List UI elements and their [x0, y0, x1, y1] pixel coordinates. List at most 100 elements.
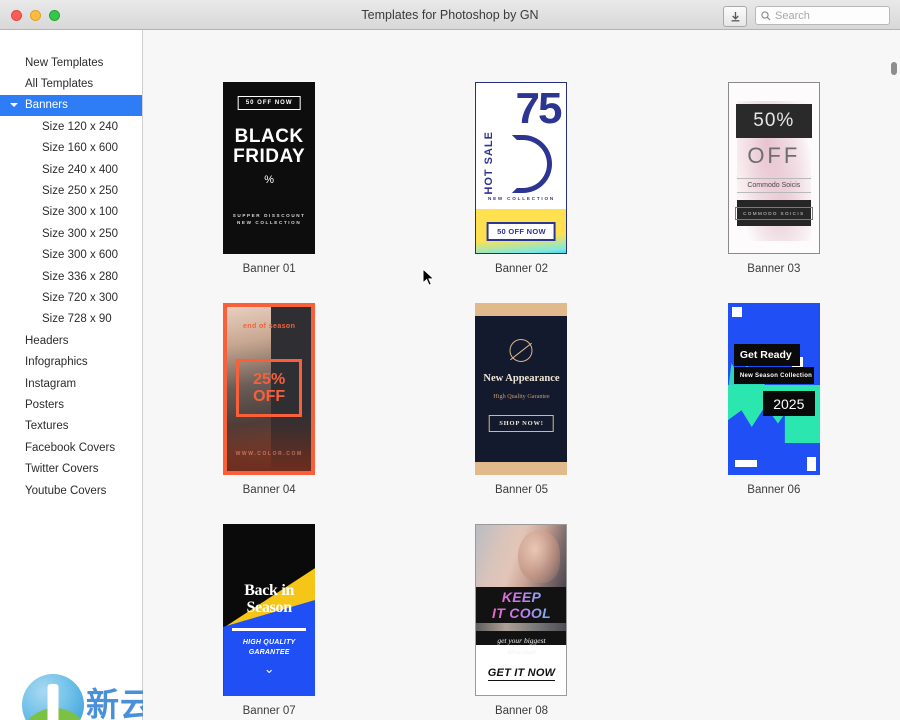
sidebar-item-twitter-covers[interactable]: Twitter Covers	[0, 458, 142, 479]
gallery-item[interactable]: 50% OFF Commodo Soicis COMMODO SOICIS Ba…	[648, 82, 900, 275]
search-icon	[761, 10, 771, 21]
sidebar-item-label: Size 336 x 280	[42, 270, 119, 283]
banner08-photo-strip	[476, 623, 567, 631]
banner-thumbnail-04[interactable]: end of season 25% OFF WWW.COLOR.COM	[223, 303, 316, 475]
banner-thumbnail-02[interactable]: 75 HOT SALE NEW COLLECTION 50 OFF NOW	[475, 82, 568, 254]
search-input[interactable]: Search	[755, 6, 890, 25]
banner-thumbnail-08[interactable]: KEEP IT COOL get your biggest disscount …	[475, 524, 568, 696]
gallery-item-label: Banner 07	[242, 705, 296, 717]
banner-thumbnail-01[interactable]: 50 OFF NOW BLACK FRIDAY % SUPPER DISSCOU…	[223, 82, 316, 254]
banner07-title-line1: Back in	[244, 582, 295, 599]
sidebar-item-size-250-x-250[interactable]: Size 250 x 250	[0, 180, 142, 201]
sidebar-item-banners[interactable]: Banners	[0, 94, 142, 117]
gallery-item-label: Banner 04	[242, 484, 296, 496]
download-button[interactable]	[723, 6, 747, 27]
sidebar-item-all-templates[interactable]: All Templates	[0, 73, 142, 94]
sidebar-item-size-300-x-250[interactable]: Size 300 x 250	[0, 223, 142, 244]
gallery-item[interactable]: Back in Season HIGH QUALITY GARANTEE ⌄ B…	[143, 524, 395, 717]
sidebar-item-size-120-x-240[interactable]: Size 120 x 240	[0, 116, 142, 137]
gallery-item[interactable]: New Appearance High Quality Garantee SHO…	[395, 303, 647, 496]
banner08-photo	[476, 525, 567, 589]
banner04-discount-box: 25% OFF	[236, 359, 303, 417]
gallery-item[interactable]: end of season 25% OFF WWW.COLOR.COM Bann…	[143, 303, 395, 496]
banner02-vertical-text: HOT SALE	[483, 131, 496, 195]
banner02-arc-shape	[512, 135, 553, 193]
sidebar-item-label: Size 160 x 600	[42, 142, 119, 155]
gallery-item[interactable]: KEEP IT COOL get your biggest disscount …	[395, 524, 647, 717]
banner05-circle-slash-icon	[509, 339, 533, 362]
banner07-title: Back in Season	[223, 582, 315, 616]
sidebar-item-infographics[interactable]: Infographics	[0, 351, 142, 372]
sidebar-item-youtube-covers[interactable]: Youtube Covers	[0, 480, 142, 501]
banner01-foot-line1: SUPPER DISSCOUNT	[232, 213, 306, 218]
app-window: Templates for Photoshop by GN Search New…	[0, 0, 900, 720]
banner05-top-bar	[475, 303, 568, 316]
sidebar-item-new-templates[interactable]: New Templates	[0, 52, 142, 73]
sidebar-item-size-720-x-300[interactable]: Size 720 x 300	[0, 287, 142, 308]
sidebar-item-instagram[interactable]: Instagram	[0, 373, 142, 394]
disclosure-triangle-icon[interactable]	[10, 103, 18, 108]
gallery-item-label: Banner 02	[494, 263, 549, 275]
sidebar: New Templates All Templates Banners Size 12…	[0, 30, 243, 720]
banner04-url: WWW.COLOR.COM	[235, 451, 303, 457]
banner03-percent-band: 50%	[735, 104, 812, 138]
scrollbar-thumb[interactable]	[891, 62, 897, 75]
banner06-square-4	[806, 457, 816, 471]
banner08-sub-line2: disscount	[507, 647, 536, 656]
sidebar-item-label: New Templates	[25, 56, 104, 69]
vertical-scrollbar[interactable]	[890, 62, 898, 720]
banner08-cta-label: GET IT NOW	[487, 667, 556, 681]
banner-thumbnail-03[interactable]: 50% OFF Commodo Soicis COMMODO SOICIS	[727, 82, 820, 254]
gallery-item-label: Banner 03	[747, 263, 801, 275]
banner-thumbnail-05[interactable]: New Appearance High Quality Garantee SHO…	[475, 303, 568, 475]
sidebar-item-label: Posters	[25, 398, 64, 411]
sidebar-item-facebook-covers[interactable]: Facebook Covers	[0, 437, 142, 458]
banner07-sub-line2: GARANTEE	[248, 649, 290, 656]
banner04-discount-line2: OFF	[253, 388, 286, 405]
banner08-headline-line1: KEEP	[501, 589, 542, 605]
watermark-logo-icon: ✦	[22, 674, 84, 720]
sidebar-item-size-336-x-280[interactable]: Size 336 x 280	[0, 266, 142, 287]
sidebar-item-label: Textures	[25, 420, 69, 433]
sidebar-item-label: Instagram	[25, 377, 77, 390]
gallery-content: 50 OFF NOW BLACK FRIDAY % SUPPER DISSCOU…	[143, 30, 900, 720]
gallery-item[interactable]: 75 HOT SALE NEW COLLECTION 50 OFF NOW Ba…	[395, 82, 647, 275]
sidebar-item-size-300-x-100[interactable]: Size 300 x 100	[0, 202, 142, 223]
banner04-tag: end of season	[243, 323, 296, 330]
banner03-off: OFF	[747, 143, 801, 168]
gallery-item-label: Banner 08	[494, 705, 549, 717]
banner03-button: COMMODO SOICIS	[735, 200, 813, 226]
title-bar: Templates for Photoshop by GN Search	[0, 0, 900, 30]
sidebar-item-label: Headers	[25, 334, 69, 347]
sidebar-item-label: Twitter Covers	[25, 463, 99, 476]
sidebar-item-size-160-x-600[interactable]: Size 160 x 600	[0, 138, 142, 159]
chevron-down-icon: ⌄	[263, 661, 275, 676]
gallery-item[interactable]: 50 OFF NOW BLACK FRIDAY % SUPPER DISSCOU…	[143, 82, 395, 275]
sidebar-item-posters[interactable]: Posters	[0, 394, 142, 415]
gallery-item-label: Banner 05	[494, 484, 549, 496]
gallery-item[interactable]: Get Ready New Season Collection 2025 Ban…	[648, 303, 900, 496]
sidebar-item-label: Size 120 x 240	[42, 120, 119, 133]
banner01-tag: 50 OFF NOW	[237, 96, 301, 110]
sidebar-item-label: Size 250 x 250	[42, 185, 119, 198]
banner06-square-1	[731, 307, 742, 317]
gallery-grid: 50 OFF NOW BLACK FRIDAY % SUPPER DISSCOU…	[143, 30, 900, 717]
sidebar-item-label: Size 300 x 250	[42, 227, 119, 240]
banner04-photo-overlay	[227, 408, 312, 471]
banner06-headline-block: Get Ready	[733, 344, 800, 366]
banner01-headline-line1: BLACK	[234, 126, 304, 147]
sidebar-item-size-728-x-90[interactable]: Size 728 x 90	[0, 309, 142, 330]
banner05-title: New Appearance	[483, 373, 560, 384]
banner01-footer: SUPPER DISSCOUNT NEW COLLECTION	[223, 212, 315, 226]
sidebar-item-label: Size 300 x 600	[42, 249, 119, 262]
banner-thumbnail-06[interactable]: Get Ready New Season Collection 2025	[727, 303, 820, 475]
sidebar-item-textures[interactable]: Textures	[0, 416, 142, 437]
banner03-button-label: COMMODO SOICIS	[735, 206, 813, 220]
sidebar-item-size-240-x-400[interactable]: Size 240 x 400	[0, 159, 142, 180]
sidebar-item-label: Size 720 x 300	[42, 291, 119, 304]
banner05-bottom-bar	[475, 462, 568, 475]
sidebar-item-headers[interactable]: Headers	[0, 330, 142, 351]
sidebar-list: New Templates All Templates Banners Size 12…	[0, 52, 142, 501]
sidebar-item-size-300-x-600[interactable]: Size 300 x 600	[0, 245, 142, 266]
banner-thumbnail-07[interactable]: Back in Season HIGH QUALITY GARANTEE ⌄	[223, 524, 316, 696]
